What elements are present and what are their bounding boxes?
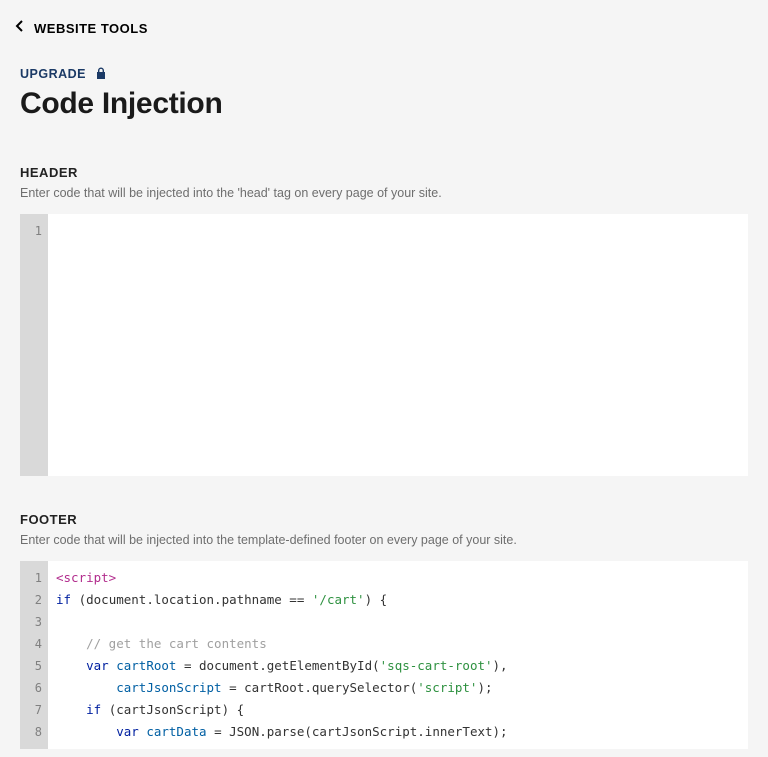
back-button[interactable]: [12, 18, 28, 39]
chevron-left-icon: [12, 18, 28, 39]
footer-code-editor[interactable]: 12345678 <script>if (document.location.p…: [20, 561, 748, 749]
lock-icon: [94, 66, 108, 80]
page-title: Code Injection: [20, 87, 748, 121]
topbar: WEBSITE TOOLS: [0, 0, 768, 57]
content: UPGRADE Code Injection HEADER Enter code…: [0, 57, 768, 749]
header-gutter: 1: [20, 214, 48, 476]
footer-code-area[interactable]: <script>if (document.location.pathname =…: [48, 561, 748, 749]
header-section-label: HEADER: [20, 165, 748, 180]
footer-section-help: Enter code that will be injected into th…: [20, 533, 748, 547]
header-code-area[interactable]: [48, 214, 748, 476]
topbar-title: WEBSITE TOOLS: [34, 21, 148, 36]
header-section-help: Enter code that will be injected into th…: [20, 186, 748, 200]
upgrade-row[interactable]: UPGRADE: [20, 67, 748, 81]
footer-section-label: FOOTER: [20, 512, 748, 527]
header-code-editor[interactable]: 1: [20, 214, 748, 476]
footer-gutter: 12345678: [20, 561, 48, 749]
upgrade-label: UPGRADE: [20, 67, 86, 81]
